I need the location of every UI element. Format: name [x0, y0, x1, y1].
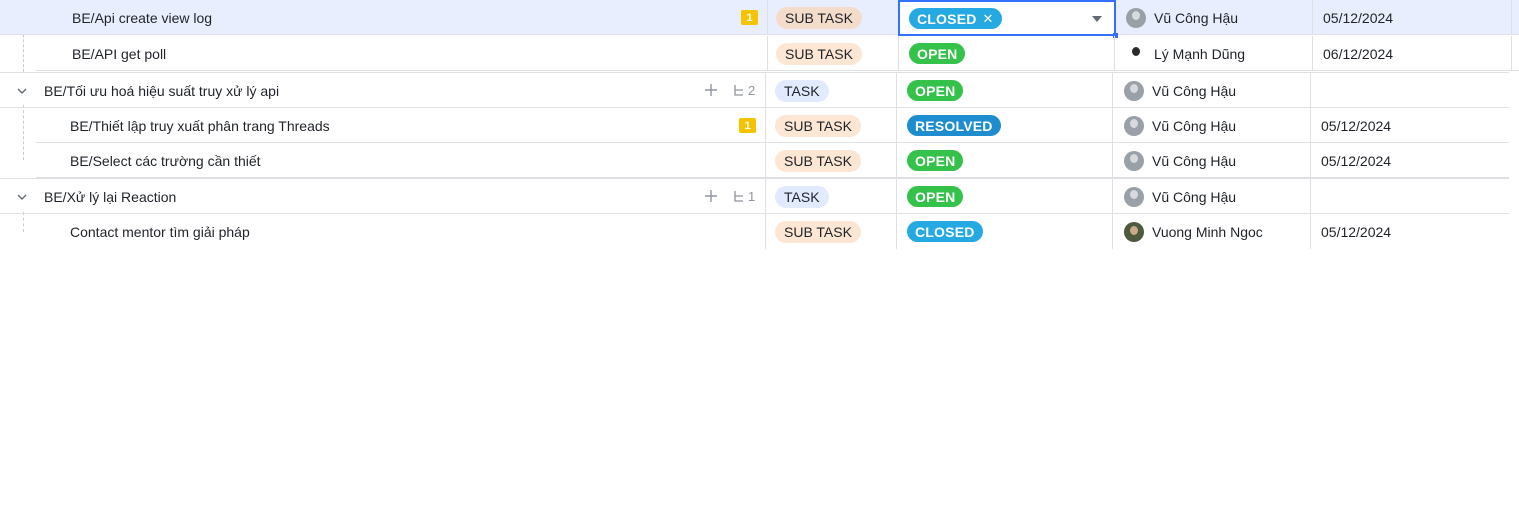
assignee-cell[interactable]: Vũ Công Hậu [1126, 0, 1238, 35]
chevron-down-icon[interactable] [15, 84, 29, 98]
table-row[interactable]: BE/Select các trường cần thiết SUB TASK … [36, 143, 1509, 178]
due-date: 05/12/2024 [1323, 9, 1394, 26]
assignee-name: Vũ Công Hậu [1152, 188, 1237, 205]
status-tag[interactable]: RESOLVED [907, 115, 1001, 136]
tree-guide-line [23, 105, 24, 160]
type-tag[interactable]: TASK [775, 185, 829, 208]
assignee-cell[interactable]: Lý Mạnh Dũng [1126, 36, 1245, 71]
comment-count-badge: 1 [741, 10, 758, 25]
status-cell[interactable]: OPEN [907, 73, 964, 108]
status-cell[interactable]: OPEN [909, 36, 966, 71]
plus-icon[interactable] [704, 189, 718, 203]
subtask-tree-icon [734, 191, 743, 202]
chevron-down-icon[interactable] [15, 190, 29, 204]
caret-down-icon[interactable] [1092, 16, 1102, 22]
status-tag[interactable]: OPEN [907, 150, 964, 171]
assignee-cell[interactable]: Vũ Công Hậu [1124, 143, 1236, 178]
status-cell[interactable]: RESOLVED [907, 108, 1001, 143]
close-icon[interactable]: ✕ [983, 11, 994, 27]
avatar [1124, 186, 1144, 207]
status-tag[interactable]: CLOSED ✕ [909, 8, 1002, 29]
due-date-cell[interactable]: 05/12/2024 [1321, 143, 1391, 178]
avatar [1126, 7, 1146, 28]
task-title[interactable]: Contact mentor tìm giải pháp [70, 224, 250, 240]
task-title-cell[interactable]: BE/API get poll [72, 36, 762, 71]
table-row[interactable]: BE/API get poll SUB TASK OPEN Lý Mạnh Dũ… [36, 36, 1519, 71]
task-title[interactable]: BE/Api create view log [72, 10, 212, 26]
due-date: 05/12/2024 [1321, 152, 1392, 169]
due-date: 05/12/2024 [1321, 223, 1392, 240]
due-date-cell[interactable]: 06/12/2024 [1323, 36, 1393, 71]
task-title-cell[interactable]: BE/Select các trường cần thiết [70, 143, 730, 178]
table-row[interactable]: BE/Tối ưu hoá hiệu suất truy xử lý api 2… [0, 72, 1509, 108]
assignee-name: Lý Mạnh Dũng [1154, 45, 1246, 62]
assignee-cell[interactable]: Vũ Công Hậu [1124, 73, 1236, 108]
type-tag[interactable]: SUB TASK [776, 6, 862, 29]
type-tag[interactable]: SUB TASK [776, 42, 862, 65]
task-title-cell[interactable]: Contact mentor tìm giải pháp [70, 214, 730, 249]
plus-icon[interactable] [704, 83, 718, 97]
assignee-name: Vũ Công Hậu [1154, 9, 1239, 26]
avatar [1126, 43, 1146, 64]
table-row[interactable]: Contact mentor tìm giải pháp SUB TASK CL… [36, 214, 1509, 249]
due-date: 06/12/2024 [1323, 45, 1394, 62]
assignee-name: Vũ Công Hậu [1152, 82, 1237, 99]
type-tag[interactable]: SUB TASK [775, 114, 861, 137]
assignee-cell[interactable]: Vuong Minh Ngoc [1124, 214, 1263, 249]
status-tag[interactable]: OPEN [909, 43, 966, 64]
subtask-count[interactable]: 1 [733, 189, 755, 204]
subtask-tree-icon [734, 85, 743, 96]
avatar [1124, 221, 1144, 242]
due-date-cell[interactable]: 05/12/2024 [1321, 108, 1391, 143]
type-tag[interactable]: SUB TASK [775, 149, 861, 172]
table-row[interactable]: BE/Thiết lập truy xuất phân trang Thread… [36, 108, 1509, 143]
assignee-name: Vũ Công Hậu [1152, 152, 1237, 169]
due-date-cell[interactable]: 05/12/2024 [1321, 214, 1391, 249]
status-tag[interactable]: CLOSED [907, 221, 983, 242]
task-title-cell[interactable]: BE/Xử lý lại Reaction [44, 179, 684, 214]
task-title[interactable]: BE/API get poll [72, 46, 166, 62]
type-tag[interactable]: TASK [775, 79, 829, 102]
status-cell[interactable]: OPEN [907, 179, 964, 214]
tree-guide-line [23, 212, 24, 232]
assignee-cell[interactable]: Vũ Công Hậu [1124, 179, 1236, 214]
due-date-cell[interactable]: 05/12/2024 [1323, 0, 1393, 35]
status-cell[interactable]: OPEN [907, 143, 964, 178]
assignee-name: Vuong Minh Ngoc [1152, 223, 1263, 240]
task-title-cell[interactable]: BE/Thiết lập truy xuất phân trang Thread… [70, 108, 730, 143]
task-title[interactable]: BE/Thiết lập truy xuất phân trang Thread… [70, 118, 330, 134]
avatar [1124, 115, 1144, 136]
avatar [1124, 80, 1144, 101]
subtask-count[interactable]: 2 [733, 83, 755, 98]
assignee-cell[interactable]: Vũ Công Hậu [1124, 108, 1236, 143]
assignee-name: Vũ Công Hậu [1152, 117, 1237, 134]
task-title[interactable]: BE/Tối ưu hoá hiệu suất truy xử lý api [44, 83, 279, 99]
task-title-cell[interactable]: BE/Api create view log [72, 0, 762, 35]
task-title[interactable]: BE/Xử lý lại Reaction [44, 189, 176, 205]
status-tag[interactable]: OPEN [907, 186, 964, 207]
task-title-cell[interactable]: BE/Tối ưu hoá hiệu suất truy xử lý api [44, 73, 684, 108]
status-dropdown-editor[interactable]: CLOSED ✕ [898, 0, 1118, 38]
status-tag[interactable]: OPEN [907, 80, 964, 101]
type-tag[interactable]: SUB TASK [775, 220, 861, 243]
table-row[interactable]: BE/Api create view log 1 SUB TASK [0, 0, 1519, 35]
table-row[interactable]: BE/Xử lý lại Reaction 1 TASK OPEN Vũ Côn… [0, 178, 1509, 214]
comment-count-badge: 1 [739, 118, 756, 133]
due-date: 05/12/2024 [1321, 117, 1392, 134]
status-cell[interactable]: CLOSED [907, 214, 983, 249]
task-title[interactable]: BE/Select các trường cần thiết [70, 153, 261, 169]
avatar [1124, 150, 1144, 171]
